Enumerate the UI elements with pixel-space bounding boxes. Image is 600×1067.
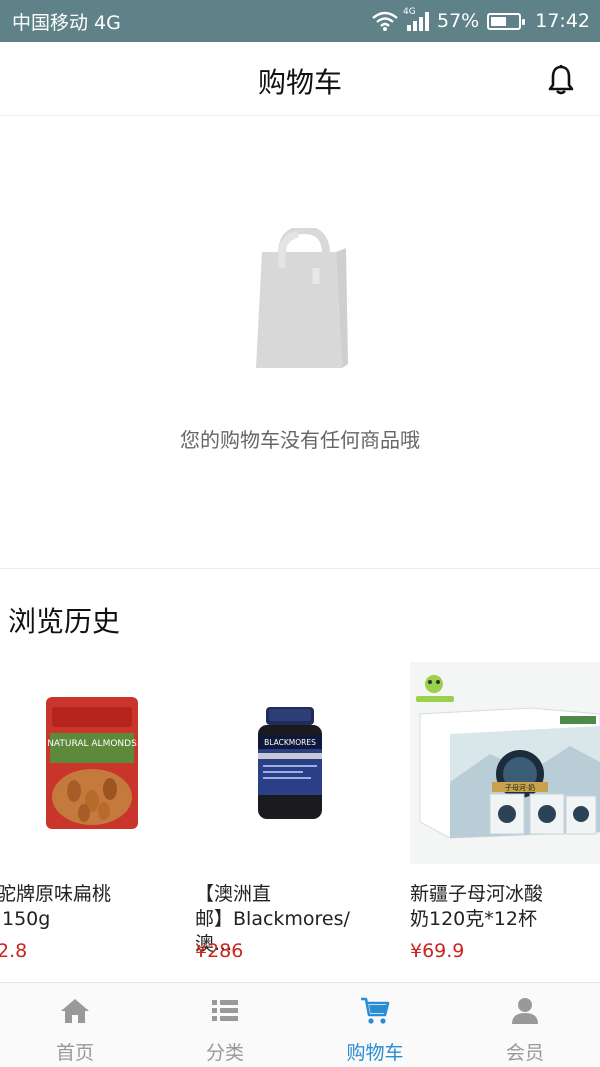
battery-percent: 57% [437,10,480,32]
battery-icon [487,12,526,30]
header: 购物车 [0,42,600,116]
tab-member[interactable]: 会员 [450,983,600,1067]
history-item[interactable]: NATURAL ALMONDS 驼牌原味扁桃 150g 2.8 [0,662,187,972]
svg-text:子母河·奶: 子母河·奶 [505,783,535,792]
status-bar: 中国移动 4G 4G 57% 17:42 [0,0,600,42]
network-tag: 4G [403,7,416,17]
history-item[interactable]: BLACKMORES 【澳洲直 邮】Blackmores/澳... ¥286 [195,662,385,972]
tab-label: 会员 [505,1042,544,1064]
shopping-bag-icon [256,228,348,368]
user-icon [512,998,538,1024]
tab-cart[interactable]: 购物车 [300,983,450,1067]
svg-text:NATURAL ALMONDS: NATURAL ALMONDS [47,739,137,749]
product-name: 新疆子母河冰酸 奶120克*12杯 [410,883,544,930]
svg-text:BLACKMORES: BLACKMORES [264,738,316,747]
tab-label: 分类 [205,1042,244,1064]
supplement-bottle-image: BLACKMORES [195,662,385,864]
product-price: ¥69.9 [410,940,465,962]
home-icon [61,999,89,1023]
category-list-icon [212,1000,238,1021]
section-divider [0,568,600,569]
clock: 17:42 [535,10,590,32]
wifi-icon [372,11,398,31]
carrier-label: 中国移动 4G [12,11,121,34]
product-price: 2.8 [0,940,28,962]
history-item[interactable]: 子母河·奶 新疆子母河冰酸 奶120克*12杯 ¥69.9 [410,662,600,972]
page-title: 购物车 [257,66,342,99]
cart-icon [361,997,390,1024]
tab-category[interactable]: 分类 [150,983,300,1067]
almonds-pack-image: NATURAL ALMONDS [0,662,187,864]
bottom-tab-bar: 首页 分类 购物车 会员 [0,982,600,1067]
bell-icon[interactable] [547,64,575,96]
product-price: ¥286 [195,940,244,962]
tab-label: 首页 [55,1042,94,1064]
tab-home[interactable]: 首页 [0,983,150,1067]
signal-icon: 4G [403,7,429,31]
empty-cart-panel: 您的购物车没有任何商品哦 [0,116,600,568]
empty-cart-message: 您的购物车没有任何商品哦 [180,428,420,452]
tab-label: 购物车 [346,1042,404,1064]
yogurt-box-image: 子母河·奶 [410,662,600,864]
history-title: 浏览历史 [8,605,121,638]
product-name: 驼牌原味扁桃 150g [0,883,112,930]
